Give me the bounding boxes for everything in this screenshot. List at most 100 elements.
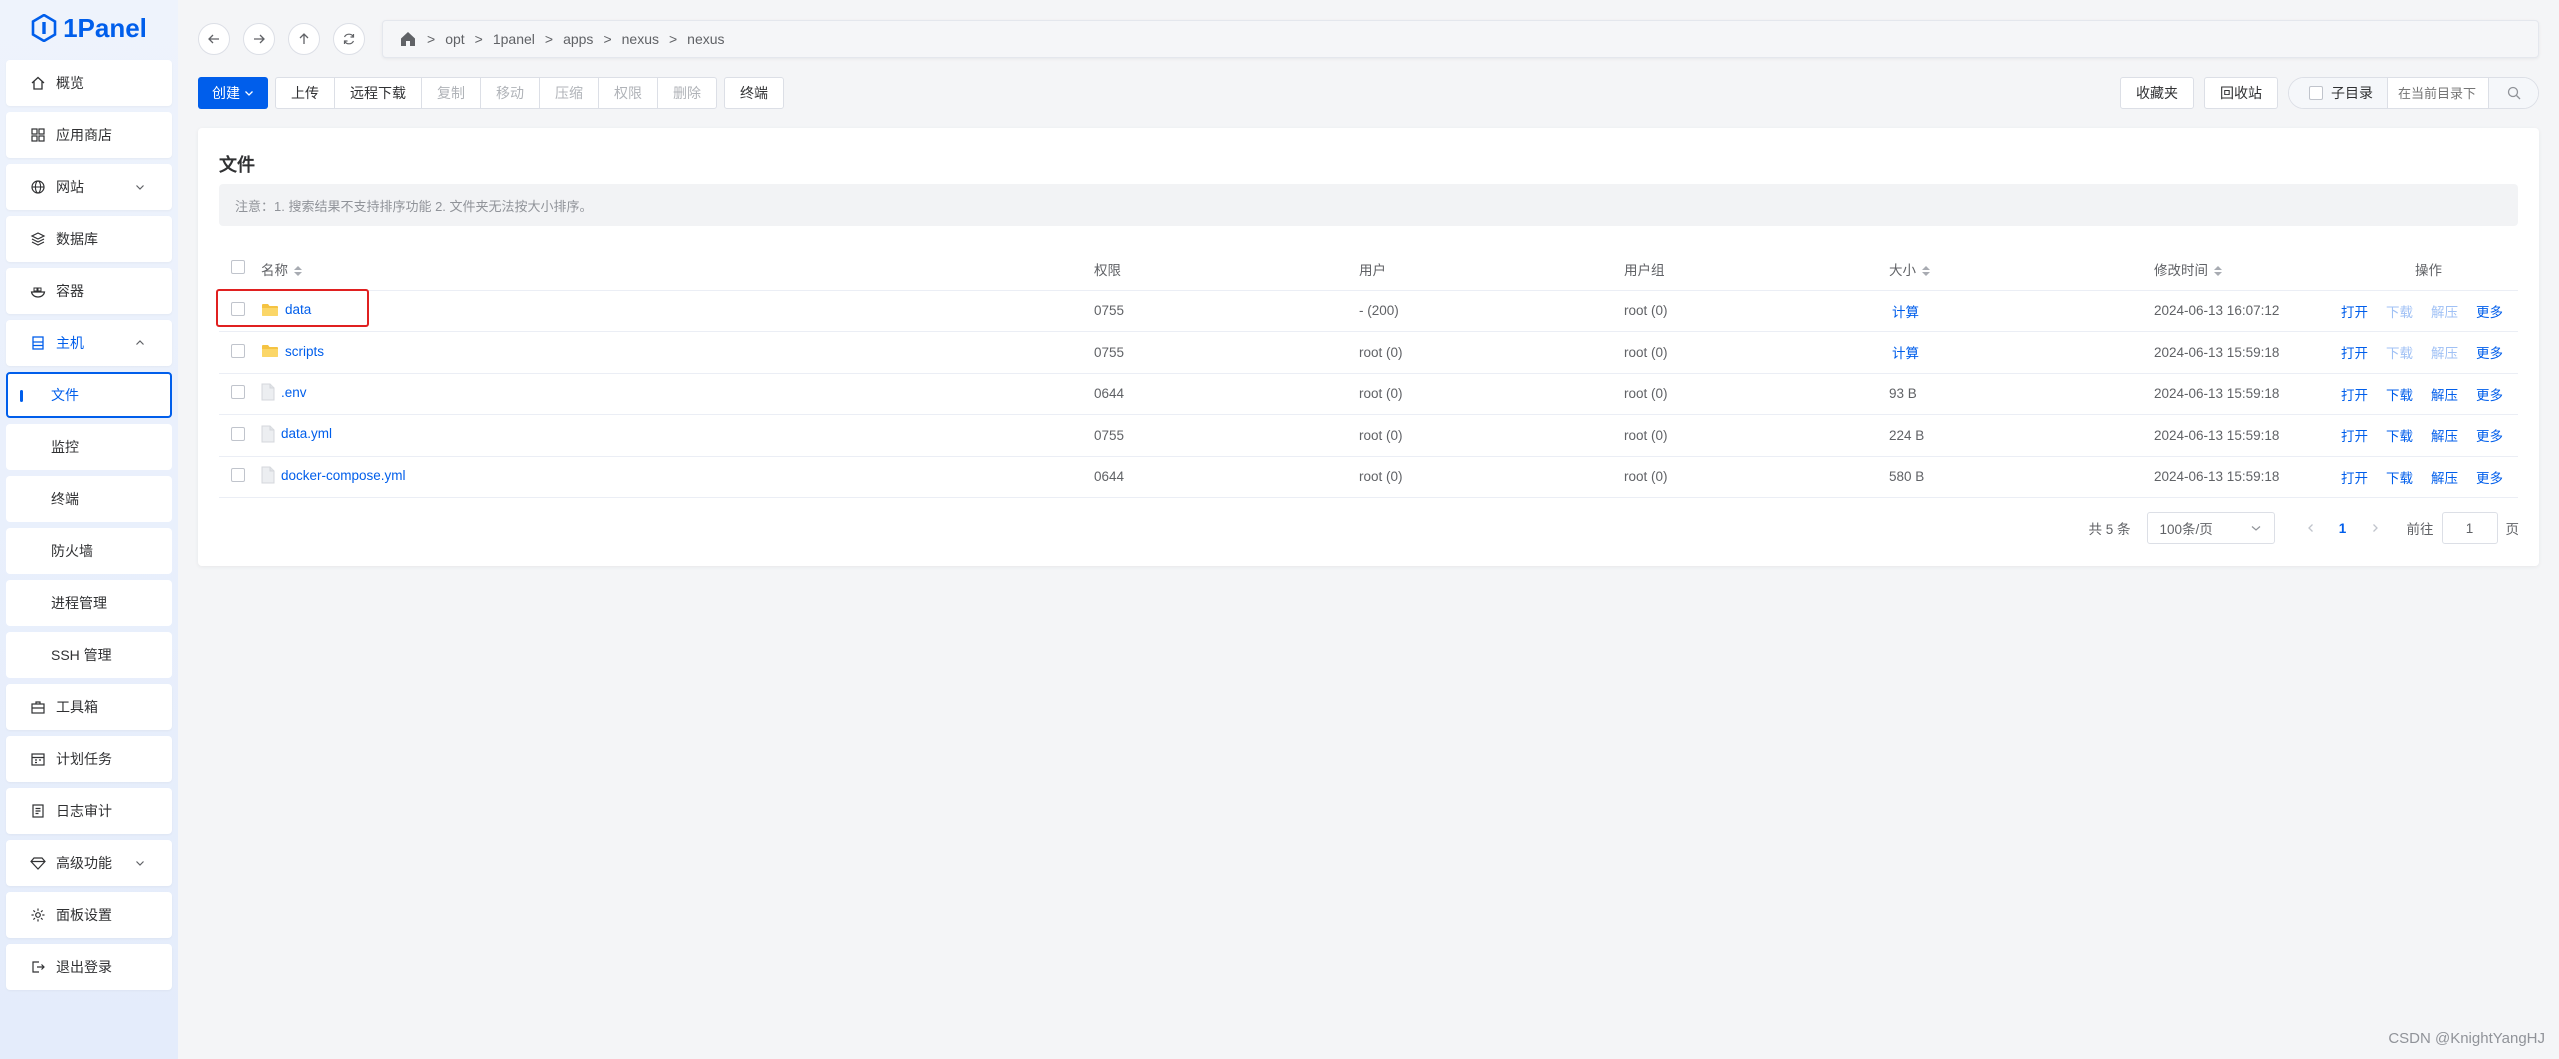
breadcrumb-segment[interactable]: apps — [563, 31, 593, 47]
header-select-all[interactable] — [219, 248, 261, 291]
header-mtime[interactable]: 修改时间 — [2154, 248, 2339, 291]
page-number-current[interactable]: 1 — [2327, 512, 2359, 544]
app-logo[interactable]: 1Panel — [0, 0, 178, 56]
search-button[interactable] — [2488, 78, 2538, 108]
permission-button[interactable]: 权限 — [598, 77, 658, 109]
sidebar-item-toolbox[interactable]: 工具箱 — [6, 684, 172, 730]
file-name-link[interactable]: data.yml — [261, 425, 332, 443]
download-button[interactable]: 下载 — [2386, 384, 2413, 404]
page-size-select[interactable]: 100条/页 — [2146, 512, 2275, 544]
download-button[interactable]: 下载 — [2386, 425, 2413, 445]
sort-icon[interactable] — [1922, 266, 1930, 277]
sidebar-subitem-1[interactable]: 监控 — [6, 424, 172, 470]
cell-size[interactable]: 计算 — [1889, 290, 2154, 332]
breadcrumb-segment[interactable]: nexus — [687, 31, 724, 47]
goto-page-input[interactable]: 1 — [2441, 512, 2498, 544]
checkbox-box[interactable] — [2309, 86, 2323, 100]
row-checkbox[interactable] — [231, 343, 245, 358]
file-name-link[interactable]: data — [216, 289, 369, 327]
file-name[interactable]: data.yml — [281, 426, 332, 441]
sidebar-item-logout[interactable]: 退出登录 — [6, 944, 172, 990]
sidebar-subitem-4[interactable]: 进程管理 — [6, 580, 172, 626]
row-checkbox[interactable] — [231, 426, 245, 441]
refresh-button[interactable] — [333, 23, 365, 55]
table-row[interactable]: docker-compose.yml 0644 root (0) root (0… — [219, 456, 2518, 498]
more-button[interactable]: 更多 — [2476, 384, 2503, 404]
sort-icon[interactable] — [2214, 266, 2222, 277]
more-button[interactable]: 更多 — [2476, 301, 2503, 321]
row-select[interactable] — [219, 414, 261, 457]
sidebar-subitem-0[interactable]: 文件 — [6, 372, 172, 418]
open-button[interactable]: 打开 — [2341, 467, 2368, 487]
extract-button[interactable]: 解压 — [2431, 467, 2458, 487]
calculate-size-button[interactable]: 计算 — [1892, 346, 1919, 361]
header-name[interactable]: 名称 — [261, 248, 1094, 291]
remote-download-button[interactable]: 远程下载 — [334, 77, 422, 109]
search-input[interactable] — [2388, 78, 2488, 108]
file-name-link[interactable]: scripts — [261, 344, 324, 359]
select-all-checkbox[interactable] — [231, 260, 245, 275]
more-button[interactable]: 更多 — [2476, 425, 2503, 445]
sidebar-subitem-3[interactable]: 防火墙 — [6, 528, 172, 574]
prev-page-button[interactable] — [2295, 512, 2327, 544]
table-row[interactable]: data.yml 0755 root (0) root (0) 224 B 20… — [219, 414, 2518, 457]
download-button[interactable]: 下载 — [2386, 342, 2413, 362]
row-checkbox[interactable] — [231, 385, 245, 400]
download-button[interactable]: 下载 — [2386, 467, 2413, 487]
row-select[interactable] — [219, 373, 261, 415]
move-button[interactable]: 移动 — [480, 77, 540, 109]
row-checkbox[interactable] — [231, 468, 245, 483]
next-page-button[interactable] — [2359, 512, 2391, 544]
sidebar-item-log[interactable]: 日志审计 — [6, 788, 172, 834]
delete-button[interactable]: 删除 — [657, 77, 717, 109]
file-name[interactable]: .env — [281, 385, 307, 400]
file-name-link[interactable]: .env — [261, 383, 307, 401]
favorites-button[interactable]: 收藏夹 — [2120, 77, 2194, 109]
cell-size[interactable]: 计算 — [1889, 331, 2154, 374]
sidebar-item-calendar[interactable]: 计划任务 — [6, 736, 172, 782]
sidebar-item-gear[interactable]: 面板设置 — [6, 892, 172, 938]
file-name-link[interactable]: docker-compose.yml — [261, 466, 406, 484]
breadcrumb-segment[interactable]: nexus — [622, 31, 659, 47]
recycle-bin-button[interactable]: 回收站 — [2204, 77, 2278, 109]
copy-button[interactable]: 复制 — [421, 77, 481, 109]
open-button[interactable]: 打开 — [2341, 301, 2368, 321]
extract-button[interactable]: 解压 — [2431, 425, 2458, 445]
terminal-button[interactable]: 终端 — [724, 77, 784, 109]
table-row[interactable]: data 0755 - (200) root (0) 计算 2024-06-13… — [216, 289, 2518, 332]
table-row[interactable]: .env 0644 root (0) root (0) 93 B 2024-06… — [219, 373, 2518, 415]
sidebar-item-grid[interactable]: 应用商店 — [6, 112, 172, 158]
open-button[interactable]: 打开 — [2341, 342, 2368, 362]
forward-button[interactable] — [243, 23, 275, 55]
sort-icon[interactable] — [294, 266, 302, 277]
subdir-checkbox[interactable]: 子目录 — [2289, 78, 2388, 108]
file-name[interactable]: scripts — [285, 344, 324, 359]
compress-button[interactable]: 压缩 — [539, 77, 599, 109]
calculate-size-button[interactable]: 计算 — [1892, 305, 1919, 320]
breadcrumb-segment[interactable]: 1panel — [493, 31, 535, 47]
home-icon[interactable] — [399, 30, 417, 48]
download-button[interactable]: 下载 — [2386, 301, 2413, 321]
sidebar-item-database[interactable]: 数据库 — [6, 216, 172, 262]
sidebar-item-globe[interactable]: 网站 — [6, 164, 172, 210]
breadcrumb-segment[interactable]: opt — [445, 31, 464, 47]
extract-button[interactable]: 解压 — [2431, 342, 2458, 362]
sidebar-subitem-5[interactable]: SSH 管理 — [6, 632, 172, 678]
sidebar-item-host[interactable]: 主机 — [6, 320, 172, 366]
extract-button[interactable]: 解压 — [2431, 384, 2458, 404]
up-button[interactable] — [288, 23, 320, 55]
row-select[interactable] — [219, 456, 261, 498]
row-select[interactable] — [219, 331, 261, 374]
sidebar-subitem-2[interactable]: 终端 — [6, 476, 172, 522]
upload-button[interactable]: 上传 — [275, 77, 335, 109]
header-size[interactable]: 大小 — [1889, 248, 2154, 291]
table-row[interactable]: scripts 0755 root (0) root (0) 计算 2024-0… — [219, 331, 2518, 374]
sidebar-item-home[interactable]: 概览 — [6, 60, 172, 106]
back-button[interactable] — [198, 23, 230, 55]
open-button[interactable]: 打开 — [2341, 384, 2368, 404]
sidebar-item-diamond[interactable]: 高级功能 — [6, 840, 172, 886]
file-name[interactable]: docker-compose.yml — [281, 468, 406, 483]
sidebar-item-container[interactable]: 容器 — [6, 268, 172, 314]
create-button[interactable]: 创建 — [198, 77, 268, 109]
more-button[interactable]: 更多 — [2476, 467, 2503, 487]
